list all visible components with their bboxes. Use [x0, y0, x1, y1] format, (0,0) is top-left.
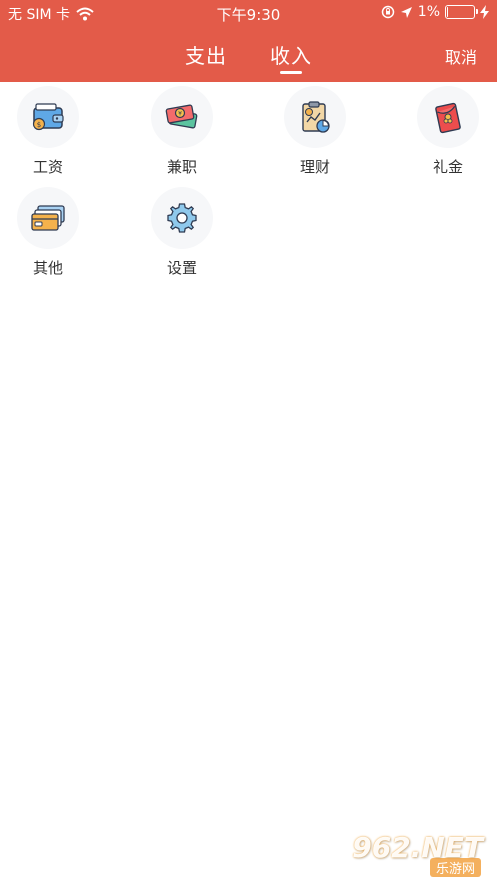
header-bar: 无 SIM 卡 下午9:30 1% 支出 收入 取消 — [0, 0, 497, 82]
category-salary[interactable]: $ 工资 — [3, 86, 93, 177]
category-icon-bg: $ — [17, 86, 79, 148]
tab-expense[interactable]: 支出 — [185, 40, 227, 69]
category-label: 其他 — [32, 259, 63, 277]
charging-icon — [480, 5, 489, 19]
location-icon — [400, 6, 412, 18]
category-other[interactable]: 其他 — [3, 187, 93, 278]
category-icon-bg: ¥ — [151, 86, 213, 148]
category-icon-bg — [417, 86, 479, 148]
red-envelope-icon — [435, 102, 461, 134]
category-label: 工资 — [32, 158, 63, 176]
orientation-lock-icon — [381, 5, 395, 19]
svg-text:¥: ¥ — [178, 111, 182, 118]
status-right: 1% — [381, 4, 489, 20]
battery-icon — [445, 5, 478, 19]
battery-percent: 1% — [417, 4, 440, 20]
gear-icon — [167, 203, 197, 233]
category-icon-bg — [284, 86, 346, 148]
category-label: 理财 — [299, 158, 330, 176]
category-part-time[interactable]: ¥ 兼职 — [137, 86, 227, 177]
wallet-icon: $ — [32, 103, 64, 131]
finance-clipboard-icon — [302, 101, 330, 133]
svg-text:$: $ — [37, 121, 41, 129]
category-label: 礼金 — [432, 158, 463, 176]
active-tab-indicator — [280, 71, 302, 74]
cancel-button[interactable]: 取消 — [445, 44, 477, 68]
cards-icon — [31, 205, 65, 231]
category-gift-money[interactable]: 礼金 — [403, 86, 493, 177]
category-settings[interactable]: 设置 — [137, 187, 227, 278]
category-icon-bg — [151, 187, 213, 249]
tab-income[interactable]: 收入 — [270, 40, 312, 69]
category-investment[interactable]: 理财 — [270, 86, 360, 177]
category-label: 设置 — [166, 259, 197, 277]
category-icon-bg — [17, 187, 79, 249]
watermark-logo: 962.NET 乐游网 — [351, 831, 491, 877]
watermark-text: 乐游网 — [429, 858, 481, 877]
status-bar: 无 SIM 卡 下午9:30 1% — [0, 0, 497, 26]
cash-icon: ¥ — [165, 104, 198, 129]
nav-bar: 支出 收入 取消 — [0, 26, 497, 82]
category-label: 兼职 — [166, 158, 197, 176]
